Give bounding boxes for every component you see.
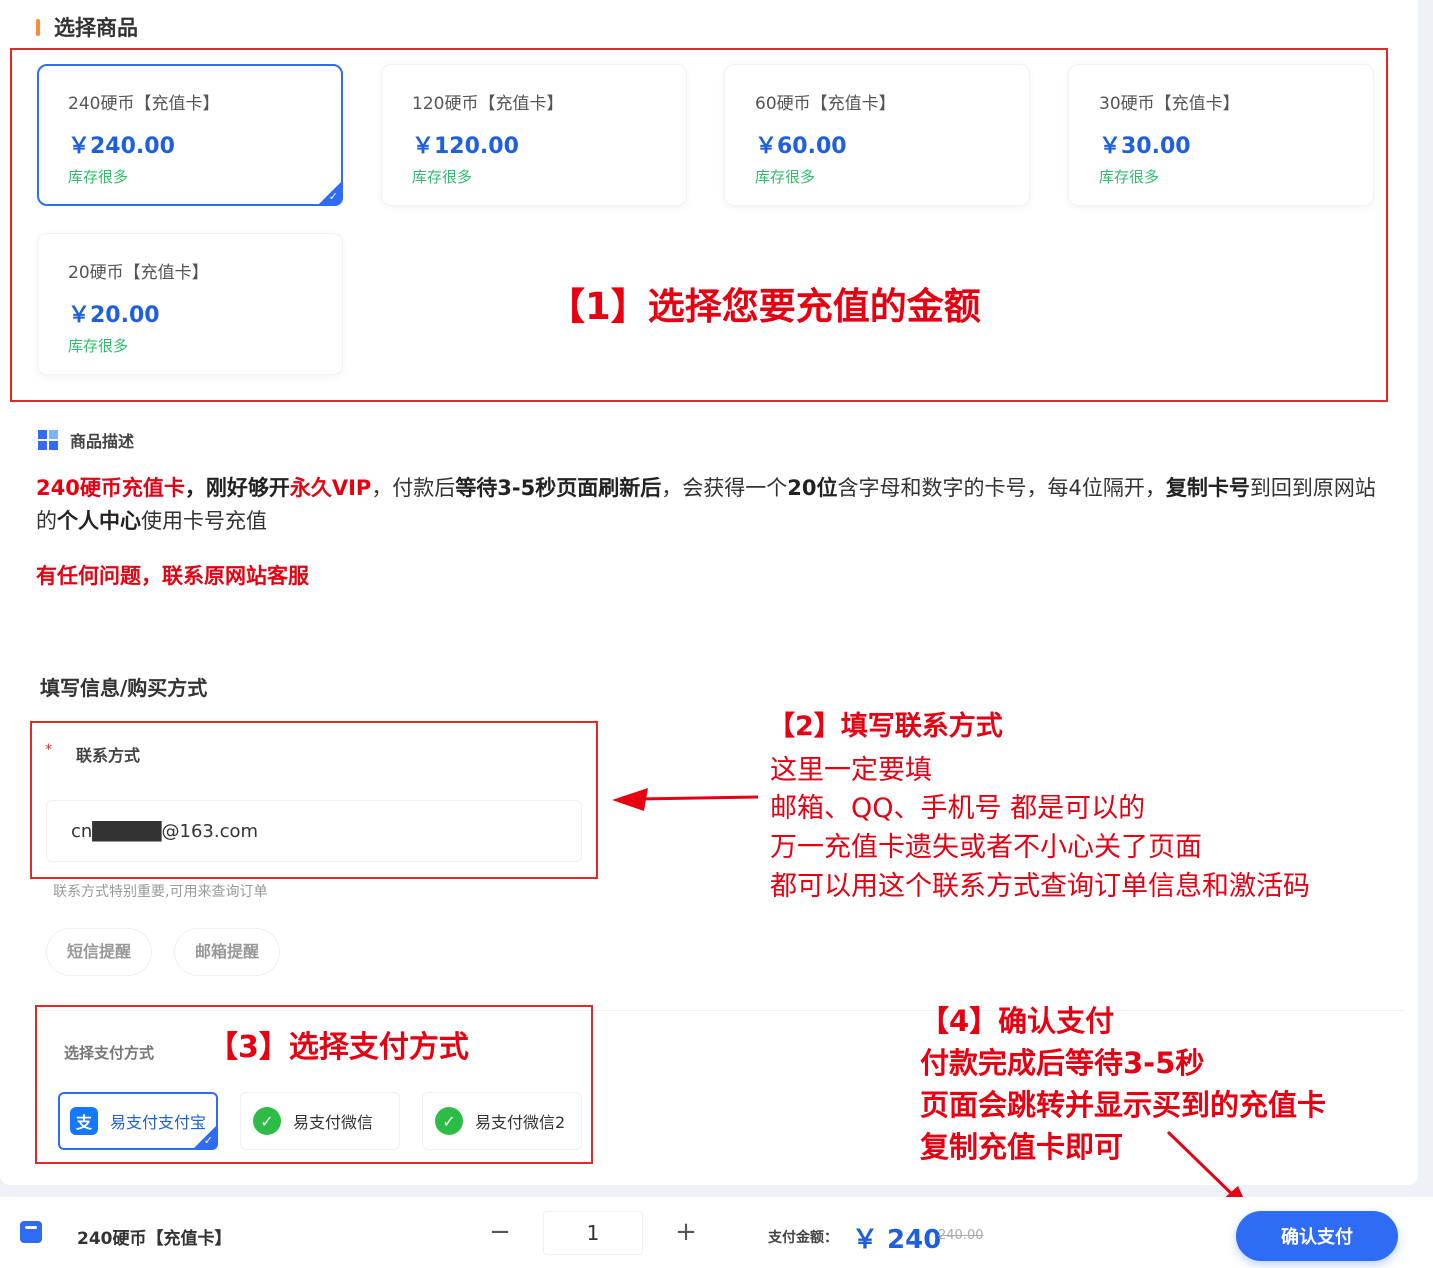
product-price: ￥60.00 [755, 134, 847, 159]
wechat-icon: ✓ [253, 1107, 281, 1135]
product-name: 20硬币【充值卡】 [68, 263, 209, 283]
amount-label: 支付金额： [768, 1230, 838, 1246]
desc-seg: 复制卡号 [1165, 476, 1250, 500]
desc-seg: 刚好够开 [205, 476, 290, 500]
payment-label: 选择支付方式 [64, 1044, 155, 1062]
description-heading-text: 商品描述 [70, 432, 135, 451]
product-card-240[interactable]: 240硬币【充值卡】 ￥240.00 库存很多 ✓ [37, 64, 343, 206]
desc-seg: 含字母和数字的卡号，每4位隔开， [837, 476, 1166, 500]
desc-seg: ， [184, 476, 206, 500]
footer-product-name: 240硬币【充值卡】 [77, 1229, 232, 1249]
contact-input[interactable] [46, 800, 582, 862]
page: 选择商品 240硬币【充值卡】 ￥240.00 库存很多 ✓ 120硬币【充值卡… [0, 0, 1433, 1268]
check-icon: ✓ [203, 1134, 213, 1147]
annotation-step4-line: 页面会跳转并显示买到的充值卡 [920, 1088, 1327, 1122]
product-price: ￥30.00 [1099, 134, 1191, 159]
alipay-icon: 支 [70, 1107, 98, 1135]
description-paragraph: 240硬币充值卡，刚好够开永久VIP，付款后等待3-5秒页面刷新后，会获得一个2… [36, 472, 1386, 538]
product-name: 120硬币【充值卡】 [412, 94, 564, 114]
quantity-input[interactable] [543, 1211, 643, 1255]
check-icon: ✓ [328, 190, 338, 203]
product-name: 60硬币【充值卡】 [755, 94, 896, 114]
sms-notify-button[interactable]: 短信提醒 [46, 928, 153, 976]
annotation-step2-line: 都可以用这个联系方式查询订单信息和激活码 [770, 871, 1310, 902]
product-name: 240硬币【充值卡】 [68, 94, 220, 114]
annotation-step3: 【3】选择支付方式 [208, 1030, 469, 1065]
original-price: 240.00 [938, 1228, 984, 1243]
product-box-icon [20, 1221, 42, 1243]
confirm-payment-button[interactable]: 确认支付 [1236, 1211, 1398, 1261]
quantity-decrease-button[interactable]: − [483, 1215, 517, 1249]
desc-seg: 等待3-5秒页面刷新后 [455, 476, 662, 500]
product-stock: 库存很多 [68, 168, 129, 186]
product-card-60[interactable]: 60硬币【充值卡】 ￥60.00 库存很多 [724, 64, 1030, 206]
product-stock: 库存很多 [1099, 168, 1160, 186]
desc-seg: ，付款后 [371, 476, 456, 500]
amount-value: ￥ 240 [852, 1225, 942, 1255]
desc-seg: 永久VIP [289, 476, 372, 500]
desc-seg: 20位 [787, 476, 838, 500]
contact-hint: 联系方式特别重要,可用来查询订单 [53, 884, 268, 900]
product-stock: 库存很多 [755, 168, 816, 186]
annotation-step2-line: 邮箱、QQ、手机号 都是可以的 [770, 793, 1146, 824]
contact-label: 联系方式 [76, 746, 141, 765]
annotation-step4-line: 付款完成后等待3-5秒 [920, 1046, 1205, 1080]
section-title: 选择商品 [36, 12, 138, 42]
product-card-30[interactable]: 30硬币【充值卡】 ￥30.00 库存很多 [1068, 64, 1374, 206]
payment-option-label: 易支付微信2 [475, 1113, 566, 1132]
contact-support-note: 有任何问题，联系原网站客服 [36, 564, 309, 588]
product-card-120[interactable]: 120硬币【充值卡】 ￥120.00 库存很多 [381, 64, 687, 206]
description-heading: 商品描述 [38, 428, 134, 452]
form-title: 填写信息/购买方式 [40, 676, 208, 700]
desc-seg: 个人中心 [57, 509, 141, 533]
main-panel: 选择商品 240硬币【充值卡】 ￥240.00 库存很多 ✓ 120硬币【充值卡… [0, 0, 1418, 1185]
title-accent-bar [36, 18, 40, 36]
payment-option-wechat2[interactable]: ✓ 易支付微信2 [422, 1092, 582, 1150]
desc-seg: 使用卡号充值 [141, 509, 267, 533]
arrow-step2 [612, 788, 759, 811]
payment-option-wechat[interactable]: ✓ 易支付微信 [240, 1092, 400, 1150]
annotation-step4-line: 复制充值卡即可 [920, 1130, 1124, 1164]
payment-option-alipay[interactable]: 支 易支付支付宝 ✓ [58, 1092, 218, 1150]
annotation-step1: 【1】选择您要充值的金额 [548, 285, 981, 328]
product-stock: 库存很多 [68, 337, 129, 355]
payment-option-label: 易支付微信 [293, 1113, 374, 1132]
product-name: 30硬币【充值卡】 [1099, 94, 1240, 114]
product-price: ￥120.00 [412, 134, 519, 159]
checkout-footer: 240硬币【充值卡】 − + 支付金额： ￥ 240 240.00 确认支付 [0, 1197, 1433, 1268]
annotation-step2-title: 【2】填写联系方式 [768, 711, 1003, 742]
grid-icon [38, 430, 58, 450]
product-price: ￥20.00 [68, 303, 160, 328]
quantity-increase-button[interactable]: + [669, 1215, 703, 1249]
section-title-text: 选择商品 [54, 16, 138, 40]
annotation-step2-line: 这里一定要填 [770, 755, 932, 786]
email-notify-button[interactable]: 邮箱提醒 [174, 928, 281, 976]
desc-seg: 240硬币充值卡 [36, 476, 185, 500]
wechat-icon: ✓ [435, 1107, 463, 1135]
product-stock: 库存很多 [412, 168, 473, 186]
product-price: ￥240.00 [68, 134, 175, 159]
annotation-step2-line: 万一充值卡遗失或者不小心关了页面 [770, 832, 1202, 863]
desc-seg: ，会获得一个 [661, 476, 788, 500]
product-card-20[interactable]: 20硬币【充值卡】 ￥20.00 库存很多 [37, 233, 343, 375]
annotation-step4-title: 【4】确认支付 [920, 1004, 1115, 1038]
required-mark: * [45, 742, 52, 758]
